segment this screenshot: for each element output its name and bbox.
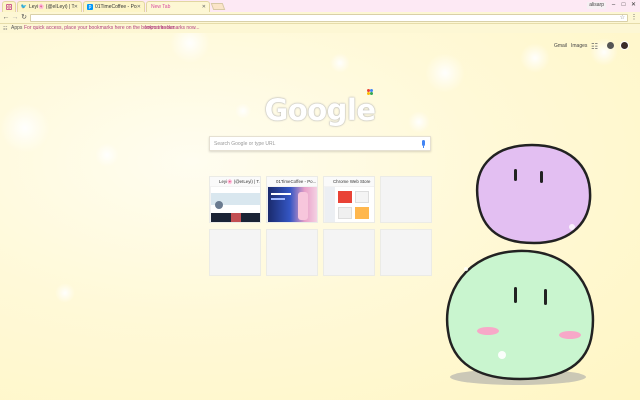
bookmark-star-icon[interactable]: ☆ [620, 14, 625, 21]
menu-icon[interactable]: ⋮ [630, 14, 638, 22]
search-box[interactable] [209, 136, 431, 151]
tab-pixiv[interactable]: p 01TimeCoffee - Populár ✕ [83, 1, 145, 12]
new-tab-page: Gmail Images ☷ Google Leyi🌸 (@eILeyi) | … [0, 33, 640, 400]
tab-title: Leyi🌸 (@eILeyi) | Twi [29, 4, 74, 10]
account-avatar[interactable] [620, 41, 629, 50]
most-visited-tile-empty [380, 176, 432, 223]
apps-link[interactable]: Apps [11, 24, 22, 33]
tab-title: 01TimeCoffee - Populár [95, 4, 137, 10]
ntp-header-links: Gmail Images ☷ [554, 41, 634, 51]
tile-thumbnail [325, 187, 374, 222]
toolbar: ← → ↻ ☆ ⋮ [0, 12, 640, 24]
most-visited-tile[interactable]: Chrome Web Store [323, 176, 375, 223]
theme-sparkle [425, 53, 465, 93]
most-visited-tile[interactable]: Leyi🌸 (@eILeyi) | T... [209, 176, 261, 223]
most-visited-tile-empty [380, 229, 432, 276]
instagram-icon [6, 4, 12, 10]
reload-icon[interactable]: ↻ [20, 14, 28, 22]
tile-title: 01TimeCoffee - Po... [267, 177, 317, 186]
theme-dango-illustration [436, 143, 640, 400]
address-bar[interactable]: ☆ [30, 14, 628, 22]
doodle-dots-icon [367, 89, 373, 95]
notifications-icon[interactable] [607, 42, 614, 49]
new-tab-button[interactable] [210, 3, 226, 10]
theme-sparkle [95, 143, 119, 167]
most-visited-tile-empty [323, 229, 375, 276]
tile-title: Chrome Web Store [324, 177, 374, 186]
tab-new-tab[interactable]: New Tab ✕ [146, 1, 210, 12]
close-icon[interactable]: ✕ [202, 2, 206, 12]
back-icon[interactable]: ← [2, 14, 10, 22]
theme-sparkle [170, 33, 210, 63]
minimize-icon[interactable]: – [609, 1, 618, 9]
tab-strip: 🐦 Leyi🌸 (@eILeyi) | Twi ✕ p 01TimeCoffee… [0, 0, 640, 12]
pixiv-icon: p [87, 4, 93, 10]
most-visited-tile-empty [266, 229, 318, 276]
images-link[interactable]: Images [571, 43, 587, 49]
microphone-icon[interactable] [422, 140, 425, 148]
close-icon[interactable]: ✕ [137, 2, 141, 12]
tab-twitter[interactable]: 🐦 Leyi🌸 (@eILeyi) | Twi ✕ [17, 1, 82, 12]
theme-sparkle [330, 53, 350, 73]
theme-sparkle [520, 43, 550, 73]
tab-title: New Tab [151, 4, 171, 10]
profile-name[interactable]: alisarp [587, 2, 606, 9]
close-icon[interactable]: ✕ [74, 2, 78, 12]
forward-icon[interactable]: → [11, 14, 19, 22]
tile-title: Leyi🌸 (@eILeyi) | T... [210, 177, 260, 186]
apps-launcher-icon[interactable]: ☷ [591, 42, 598, 51]
maximize-icon[interactable]: □ [619, 1, 628, 9]
theme-sparkle [55, 283, 75, 303]
close-window-icon[interactable]: ✕ [629, 1, 638, 9]
twitter-icon: 🐦 [20, 4, 28, 10]
gmail-link[interactable]: Gmail [554, 43, 567, 49]
most-visited-tile[interactable]: 01TimeCoffee - Po... [266, 176, 318, 223]
import-bookmarks-link[interactable]: Import bookmarks now... [145, 24, 199, 33]
most-visited-tile-empty [209, 229, 261, 276]
tab-instagram[interactable] [2, 1, 16, 12]
tile-thumbnail [268, 187, 317, 222]
tile-thumbnail [211, 187, 260, 222]
google-logo: Google [264, 93, 376, 127]
bookmarks-bar: ☷ Apps For quick access, place your book… [0, 24, 640, 33]
search-input[interactable] [214, 139, 414, 149]
